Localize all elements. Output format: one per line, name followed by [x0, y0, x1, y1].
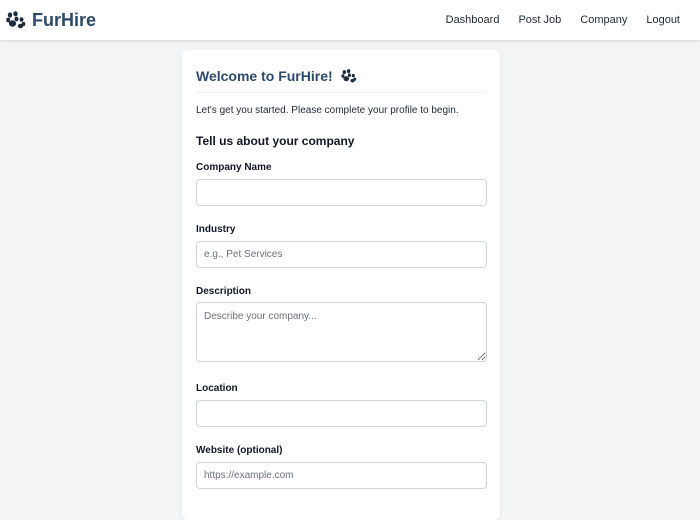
card-header: Welcome to FurHire!: [196, 50, 486, 93]
description-textarea[interactable]: [196, 302, 487, 362]
industry-input[interactable]: [196, 241, 487, 268]
card-title: Welcome to FurHire!: [196, 68, 333, 84]
top-navbar: FurHire Dashboard Post Job Company Logou…: [0, 0, 700, 40]
brand-name[interactable]: FurHire: [32, 10, 96, 31]
onboarding-card: Welcome to FurHire! Let's get you starte…: [182, 50, 500, 520]
company-name-label: Company Name: [196, 162, 272, 173]
nav-link-logout[interactable]: Logout: [646, 14, 680, 26]
brand-logo[interactable]: FurHire: [6, 10, 96, 31]
nav-link-post-job[interactable]: Post Job: [518, 14, 561, 26]
paw-icon: [6, 11, 26, 29]
industry-label: Industry: [196, 224, 236, 235]
website-input[interactable]: [196, 462, 487, 489]
section-heading: Tell us about your company: [196, 134, 355, 148]
description-label: Description: [196, 286, 252, 297]
location-label: Location: [196, 383, 238, 394]
paw-icon: [341, 69, 356, 83]
nav-links: Dashboard Post Job Company Logout: [446, 14, 694, 26]
company-name-input[interactable]: [196, 179, 487, 206]
nav-link-company[interactable]: Company: [580, 14, 627, 26]
location-input[interactable]: [196, 400, 487, 427]
website-label: Website (optional): [196, 445, 283, 456]
intro-text: Let's get you started. Please complete y…: [196, 105, 459, 116]
nav-link-dashboard[interactable]: Dashboard: [446, 14, 500, 26]
